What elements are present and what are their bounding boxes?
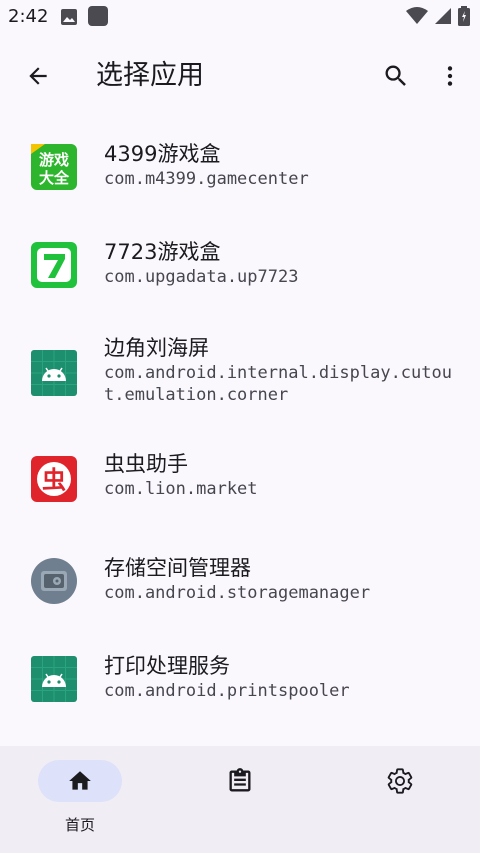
app-package: com.android.printspooler: [104, 681, 350, 701]
home-icon: [69, 771, 91, 790]
settings-icon: [387, 768, 413, 794]
search-icon: [385, 65, 406, 86]
square-app-icon: [88, 6, 108, 26]
list-item[interactable]: 7723游戏盒 com.upgadata.up7723: [0, 216, 480, 314]
signal-icon: [434, 7, 452, 29]
back-button[interactable]: [18, 56, 58, 96]
list-item[interactable]: 打印处理服务 com.android.printspooler: [0, 630, 480, 730]
list-item[interactable]: 虫 虫虫助手 com.lion.market: [0, 434, 480, 532]
nav-label: 首页: [64, 816, 95, 834]
list-item[interactable]: 游戏 大全 4399游戏盒 com.m4399.gamecenter: [0, 118, 480, 216]
list-item[interactable]: 边角刘海屏 com.android.internal.display.cutou…: [0, 314, 480, 434]
app-package: com.android.internal.display.cutout.emul…: [104, 363, 452, 405]
search-button[interactable]: [374, 54, 418, 98]
app-package: com.lion.market: [104, 479, 258, 499]
wifi-icon: [406, 7, 428, 29]
android-robot-icon: [31, 656, 77, 702]
svg-text:游戏: 游戏: [39, 151, 69, 169]
list-item[interactable]: 存储空间管理器 com.android.storagemanager: [0, 532, 480, 630]
more-options-button[interactable]: [430, 54, 470, 98]
7723-icon: [31, 242, 77, 288]
arrow-back-icon: [29, 67, 47, 85]
nav-logs[interactable]: [180, 760, 300, 840]
app-name: 边角刘海屏: [104, 336, 209, 360]
status-time: 2:42: [8, 6, 49, 27]
chongchong-icon: 虫: [31, 456, 77, 502]
bottom-navigation: 首页: [0, 746, 480, 853]
app-name: 打印处理服务: [104, 654, 230, 678]
app-package: com.android.storagemanager: [104, 583, 371, 603]
top-app-bar: 选择应用: [0, 34, 480, 118]
app-name: 7723游戏盒: [104, 240, 221, 264]
clipboard-icon: [229, 768, 251, 792]
nav-home[interactable]: 首页: [20, 760, 140, 840]
status-bar: 2:42: [0, 0, 480, 34]
image-icon: [60, 8, 78, 30]
nav-settings[interactable]: [340, 760, 460, 840]
storage-manager-icon: [31, 558, 77, 604]
app-name: 存储空间管理器: [104, 556, 251, 580]
android-robot-icon: [31, 350, 77, 396]
4399-icon: 游戏 大全: [31, 144, 77, 190]
app-name: 虫虫助手: [104, 452, 188, 476]
app-name: 4399游戏盒: [104, 142, 221, 166]
app-package: com.m4399.gamecenter: [104, 169, 309, 189]
page-title: 选择应用: [96, 60, 204, 91]
more-vert-icon: [447, 66, 453, 86]
app-list: 游戏 大全 4399游戏盒 com.m4399.gamecenter 7723游…: [0, 118, 480, 730]
svg-text:大全: 大全: [39, 169, 70, 187]
app-package: com.upgadata.up7723: [104, 267, 299, 287]
svg-text:虫: 虫: [42, 466, 66, 494]
battery-icon: [458, 6, 470, 30]
